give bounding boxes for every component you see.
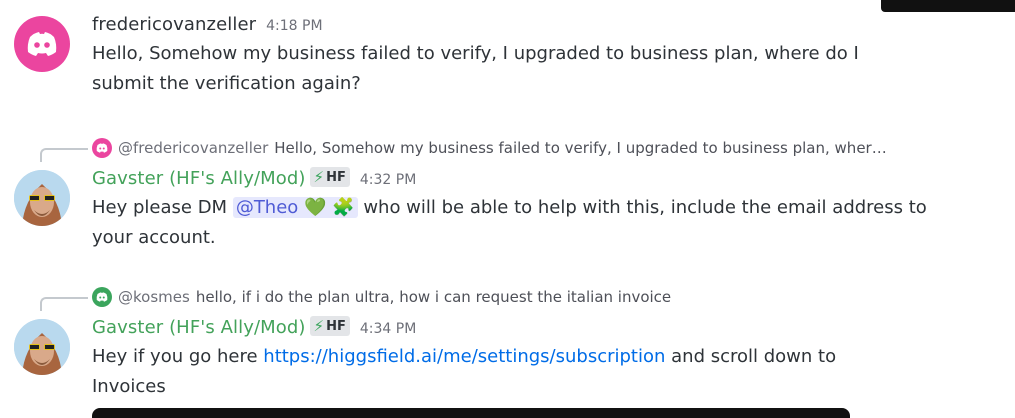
discord-logo-icon [96,143,108,153]
embedded-image-fragment [881,0,1015,12]
message-content: fredericovanzeller 4:18 PM Hello, Someho… [92,14,1005,99]
reply-spine [40,148,88,162]
username[interactable]: Gavster (HF's Ally/Mod) [92,168,306,189]
mention-emoji: 💚 🧩 [304,197,355,218]
avatar[interactable] [14,170,70,226]
reply-username[interactable]: @kosmes [118,288,190,306]
reply-avatar [92,138,112,158]
timestamp[interactable]: 4:18 PM [266,18,322,34]
reply-avatar [92,287,112,307]
message-content: Gavster (HF's Ally/Mod) ⚡ HF 4:34 PM Hey… [92,316,1005,402]
message-text: Hello, Somehow my business failed to ver… [92,43,859,94]
username[interactable]: fredericovanzeller [92,14,256,35]
reply-username[interactable]: @fredericovanzeller [118,139,268,157]
message-text: Hey if you go here https://higgsfield.ai… [92,342,892,402]
mention-name: @Theo [235,197,299,218]
reply-preview[interactable]: @kosmes hello, if i do the plan ultra, h… [92,287,671,307]
reply-preview[interactable]: @fredericovanzeller Hello, Somehow my bu… [92,138,887,158]
reply-text[interactable]: hello, if i do the plan ultra, how i can… [196,288,671,306]
discord-logo-icon [96,292,108,302]
embedded-image-fragment [92,408,850,418]
user-avatar-photo [14,170,70,226]
subscription-link[interactable]: https://higgsfield.ai/me/settings/subscr… [263,346,665,367]
server-tag-label: HF [326,318,346,334]
message-text-part: Hey please DM [92,197,233,218]
server-tag-label: HF [326,169,346,185]
avatar[interactable] [14,319,70,375]
message-content: Gavster (HF's Ally/Mod) ⚡ HF 4:32 PM Hey… [92,167,1005,253]
timestamp[interactable]: 4:32 PM [360,172,416,188]
timestamp[interactable]: 4:34 PM [360,321,416,337]
user-avatar-photo [14,319,70,375]
reply-text[interactable]: Hello, Somehow my business failed to ver… [274,139,886,157]
user-mention[interactable]: @Theo 💚 🧩 [232,197,358,218]
avatar[interactable] [14,16,70,72]
username[interactable]: Gavster (HF's Ally/Mod) [92,317,306,338]
server-tag[interactable]: ⚡ HF [309,167,350,187]
discord-logo-icon [27,32,57,56]
message-text-part: Hey if you go here [92,346,264,367]
message-header: fredericovanzeller 4:18 PM [92,14,1005,35]
message-text: Hey please DM @Theo 💚 🧩 who will be able… [92,193,952,253]
server-tag[interactable]: ⚡ HF [309,316,350,336]
reply-spine [40,297,88,311]
message-header: Gavster (HF's Ally/Mod) ⚡ HF 4:34 PM [92,316,1005,338]
lightning-icon: ⚡ [313,168,325,186]
message-header: Gavster (HF's Ally/Mod) ⚡ HF 4:32 PM [92,167,1005,189]
lightning-icon: ⚡ [313,317,325,335]
